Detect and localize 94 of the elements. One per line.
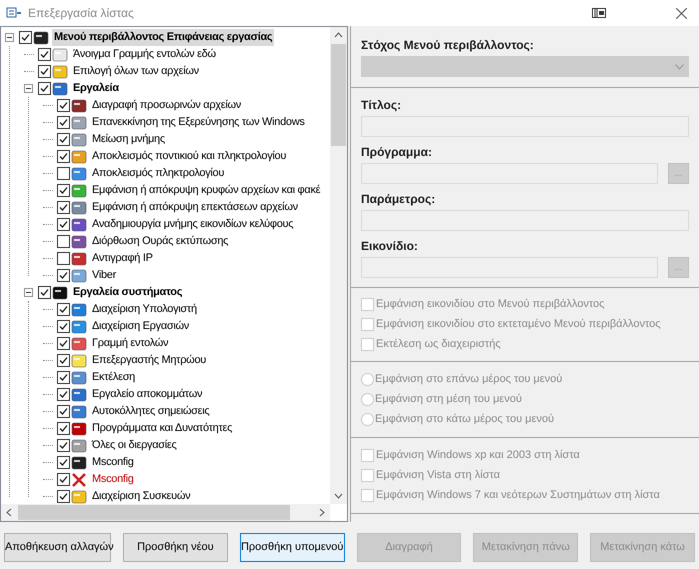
option-label: Εμφάνιση Windows xp και 2003 στη λίστα [376,448,580,464]
tree-item[interactable]: Αντιγραφή IP [90,250,155,267]
action-button[interactable]: Προσθήκη υπομενού [240,533,345,562]
program-icon [52,284,68,300]
radio-button[interactable] [361,373,374,386]
checkbox[interactable] [57,354,70,367]
checkbox[interactable] [57,269,70,282]
tree-item[interactable]: Διαχείριση Συσκευών [90,488,192,504]
checkbox[interactable] [57,201,70,214]
tree-item[interactable]: Εργαλεία [71,80,121,97]
checkbox[interactable] [38,286,51,299]
option-label: Εμφάνιση εικονιδίου στο εκτεταμένο Μενού περιβάλλοντος [376,317,661,332]
scrollbar-thumb[interactable] [331,44,346,146]
checkbox[interactable] [57,371,70,384]
tree-item[interactable]: Εργαλεία συστήματος [71,284,184,301]
vertical-scrollbar[interactable] [330,27,347,504]
tree-item[interactable]: Επεξεργαστής Μητρώου [90,352,208,369]
tree-item[interactable]: Msconfig [90,471,136,488]
action-button[interactable]: Προσθήκη νέου [123,533,228,562]
checkbox[interactable] [57,388,70,401]
tree-item[interactable]: Εμφάνιση ή απόκρυψη επεκτάσεων αρχείων [90,199,300,216]
tree-item[interactable]: Εμφάνιση ή απόκρυψη κρυφών αρχείων και φακέ [90,182,322,199]
tree-item[interactable]: Διαχείριση Υπολογιστή [90,301,199,318]
option-label: Εμφάνιση Windows 7 και νεότερων Συστημάτων στη λίστα [376,488,660,504]
tree-item[interactable]: Εργαλείο αποκομμάτων [90,386,204,403]
program-icon [52,80,68,96]
checkbox[interactable] [57,184,70,197]
radio-button[interactable] [361,413,374,426]
minus-icon [26,86,31,91]
minus-icon [26,290,31,295]
chevron-down-icon [675,64,684,70]
checkbox[interactable] [57,218,70,231]
action-button[interactable]: Αποθήκευση αλλαγών [4,533,111,562]
checkbox[interactable] [57,405,70,418]
checkbox[interactable] [57,473,70,486]
program-icon [33,30,49,46]
tree-item[interactable]: Όλες οι διεργασίες [90,437,179,454]
option-label: Εμφάνιση στο κάτω μέρος του μενού [375,412,554,428]
collapse-toggle[interactable] [24,288,33,297]
checkbox[interactable] [38,65,51,78]
collapse-toggle[interactable] [5,33,14,42]
field-label: Τίτλος: [361,97,402,113]
tree-item[interactable]: Άνοιγμα Γραμμής εντολών εδώ [71,46,218,63]
field-label: Στόχος Μενού περιβάλλοντος: [361,37,535,53]
tree-item[interactable]: Διαγραφή προσωρινών αρχείων [90,97,243,114]
tree-item[interactable]: Αποκλεισμός πληκτρολογίου [90,165,226,182]
horizontal-scrollbar[interactable] [1,504,330,521]
checkbox[interactable] [57,116,70,129]
field-label: Εικονίδιο: [361,238,419,254]
tree-item[interactable]: Viber [90,267,118,284]
checkbox[interactable] [38,82,51,95]
checkbox[interactable] [57,99,70,112]
checkbox[interactable] [57,303,70,316]
option-label: Εμφάνιση εικονιδίου στο Μενού περιβάλλοντος [376,297,604,312]
checkbox[interactable] [57,439,70,452]
collapse-toggle[interactable] [24,84,33,93]
minus-icon [7,35,12,40]
checkbox[interactable] [57,167,70,180]
checkbox[interactable] [57,456,70,469]
tree-item[interactable]: Εκτέλεση [90,369,137,386]
tree-item[interactable]: Γραμμή εντολών [90,335,170,352]
tree-item[interactable]: Επιλογή όλων των αρχείων [71,63,201,80]
option-label: Εκτέλεση ως διαχειριστής [376,337,501,352]
field-label: Παράμετρος: [361,191,436,207]
close-icon[interactable] [676,8,687,18]
scrollbar-thumb[interactable] [18,505,290,520]
window-mode-icon[interactable] [592,8,606,18]
option-label: Εμφάνιση Vista στη λίστα [376,468,500,484]
tree-item[interactable]: Μείωση μνήμης [90,131,167,148]
tree-item[interactable]: Αποκλεισμός ποντικιού και πληκτρολογίου [90,148,288,165]
option-label: Εμφάνιση στη μέση του μενού [375,392,522,408]
tree-item[interactable]: Μενού περιβάλλοντος Επιφάνειας εργασίας [52,29,274,46]
window-title: Επεξεργασία λίστας [28,5,134,22]
checkbox[interactable] [57,252,70,265]
tree-item[interactable]: Επανεκκίνηση της Εξερεύνησης των Windows [90,114,307,131]
tree-item[interactable]: Προγράμματα και Δυνατότητες [90,420,234,437]
tree-item[interactable]: Αυτοκόλλητες σημειώσεις [90,403,212,420]
checkbox[interactable] [57,150,70,163]
option-label: Εμφάνιση στο επάνω μέρος του μενού [375,372,562,388]
checkbox[interactable] [57,320,70,333]
checkbox[interactable] [38,48,51,61]
tree-item[interactable]: Διόρθωση Ουράς εκτύπωσης [90,233,230,250]
checkbox[interactable] [57,337,70,350]
tree-item[interactable]: Διαχείριση Εργασιών [90,318,192,335]
tree-item[interactable]: Αναδημιουργία μνήμης εικονιδίων κελύφους [90,216,296,233]
checkbox[interactable] [57,490,70,503]
checkbox[interactable] [19,31,32,44]
checkbox[interactable] [57,133,70,146]
checkbox[interactable] [57,422,70,435]
tree-item[interactable]: Msconfig [90,454,136,471]
app-icon [6,6,22,20]
checkbox[interactable] [57,235,70,248]
radio-button[interactable] [361,393,374,406]
field-label: Πρόγραμμα: [361,144,433,160]
